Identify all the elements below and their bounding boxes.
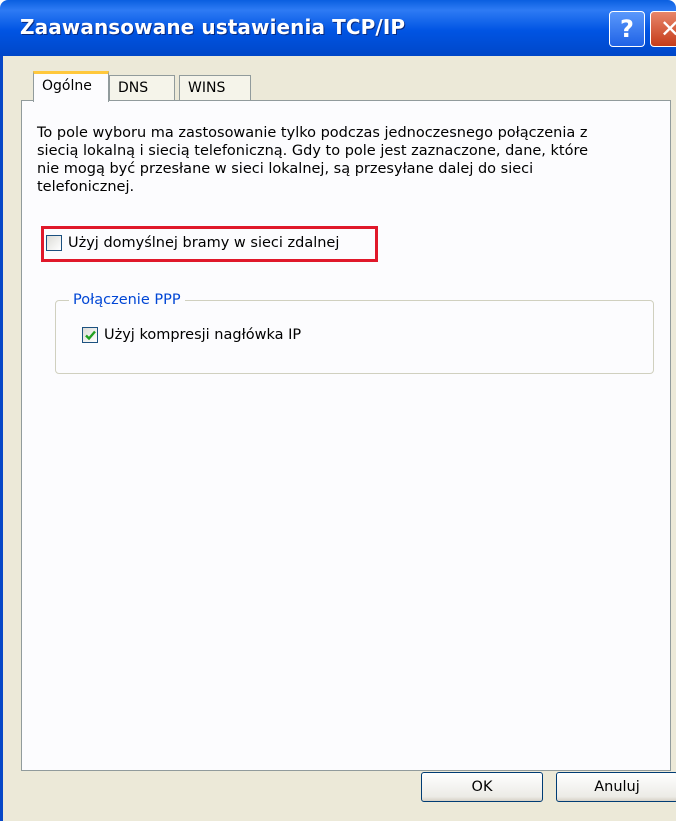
tab-general[interactable]: Ogólne [33,71,109,102]
ok-button-label: OK [471,779,493,795]
title-bar[interactable]: Zaawansowane ustawienia TCP/IP ? ✕ [0,0,676,56]
help-icon: ? [620,15,634,43]
header-compression-label[interactable]: Użyj kompresji nagłówka IP [104,327,301,343]
ppp-group-title: Połączenie PPP [69,292,185,308]
tab-label: DNS [118,80,149,96]
tab-dns[interactable]: DNS [109,75,175,101]
close-button[interactable]: ✕ [650,11,676,47]
tab-panel [21,100,671,771]
checkmark-icon [84,330,96,340]
close-icon: ✕ [659,15,676,43]
cancel-button-label: Anuluj [594,779,640,795]
tab-wins[interactable]: WINS [179,75,251,101]
highlight-annotation [41,226,378,262]
header-compression-option[interactable]: Użyj kompresji nagłówka IP [82,327,301,343]
cancel-button[interactable]: Anuluj [556,772,676,802]
header-compression-checkbox[interactable] [82,327,98,343]
ok-button[interactable]: OK [421,772,543,802]
tcpip-advanced-dialog: Zaawansowane ustawienia TCP/IP ? ✕ Ogóln… [0,0,676,821]
window-title: Zaawansowane ustawienia TCP/IP [20,15,406,39]
tab-label: Ogólne [42,78,92,94]
help-button[interactable]: ? [609,11,645,47]
tab-label: WINS [188,80,226,96]
dialog-client: Ogólne DNS WINS To pole wyboru ma zastos… [0,56,676,821]
description-text: To pole wyboru ma zastosowanie tylko pod… [37,125,589,195]
